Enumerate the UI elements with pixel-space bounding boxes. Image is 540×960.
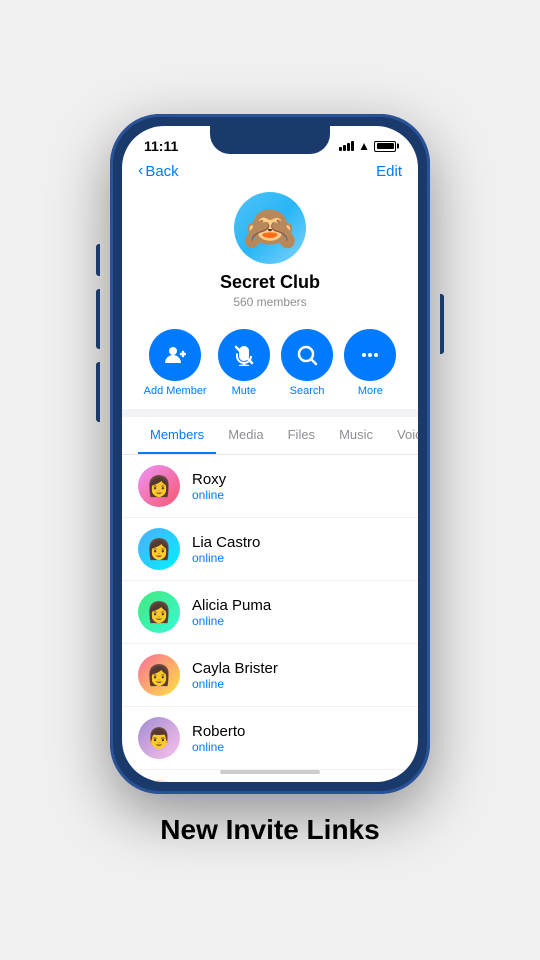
add-member-icon <box>164 344 186 366</box>
group-name: Secret Club <box>220 272 320 293</box>
avatar: 👩 <box>138 465 180 507</box>
tab-voice[interactable]: Voice <box>385 417 418 454</box>
back-label: Back <box>145 163 178 180</box>
avatar: 👩 <box>138 528 180 570</box>
action-buttons-row: Add Member Mute <box>122 321 418 409</box>
edit-button[interactable]: Edit <box>376 163 402 180</box>
list-item[interactable]: 👩 Roxy online <box>122 455 418 518</box>
member-info: Lia Castro online <box>192 534 260 565</box>
member-info: Alicia Puma online <box>192 597 271 628</box>
wifi-icon: ▲ <box>358 139 370 153</box>
group-members-count: 560 members <box>233 295 306 309</box>
member-status: online <box>192 488 226 502</box>
avatar: 👨 <box>138 717 180 759</box>
members-list: 👩 Roxy online 👩 Lia Castro online 👩 <box>122 455 418 782</box>
member-status: online <box>192 614 271 628</box>
search-icon <box>296 344 318 366</box>
member-status: online <box>192 551 260 565</box>
member-name: Lia Castro <box>192 534 260 551</box>
home-indicator <box>220 770 320 774</box>
search-button[interactable]: Search <box>281 329 333 397</box>
member-status: online <box>192 740 245 754</box>
phone-screen: 11:11 ▲ ‹ Ba <box>122 126 418 782</box>
mute-icon <box>233 344 255 366</box>
power-button <box>440 294 444 354</box>
member-name: Roxy <box>192 471 226 488</box>
section-divider <box>122 409 418 417</box>
signal-icon <box>339 141 354 151</box>
member-info: Roxy online <box>192 471 226 502</box>
group-avatar-emoji: 🙈 <box>243 202 298 254</box>
add-member-icon-circle <box>149 329 201 381</box>
more-icon-circle <box>344 329 396 381</box>
avatar: 👩 <box>138 780 180 782</box>
list-item[interactable]: 👩 Cayla Brister online <box>122 644 418 707</box>
avatar: 👩 <box>138 654 180 696</box>
member-info: Roberto online <box>192 723 245 754</box>
status-time: 11:11 <box>144 138 178 154</box>
more-button[interactable]: More <box>344 329 396 397</box>
search-icon-circle <box>281 329 333 381</box>
mute-button[interactable]: Mute <box>218 329 270 397</box>
nav-bar: ‹ Back Edit <box>122 158 418 188</box>
tab-members[interactable]: Members <box>138 417 216 454</box>
battery-icon <box>374 141 396 152</box>
volume-down-button <box>96 362 100 422</box>
list-item[interactable]: 👩 Lia Castro online <box>122 518 418 581</box>
mute-label: Mute <box>232 385 256 397</box>
group-avatar: 🙈 <box>234 192 306 264</box>
member-name: Cayla Brister <box>192 660 278 677</box>
bottom-heading: New Invite Links <box>160 814 379 846</box>
chevron-left-icon: ‹ <box>138 162 143 180</box>
more-label: More <box>358 385 383 397</box>
phone-frame: 11:11 ▲ ‹ Ba <box>110 114 430 794</box>
tab-media[interactable]: Media <box>216 417 275 454</box>
add-member-label: Add Member <box>144 385 207 397</box>
avatar: 👩 <box>138 591 180 633</box>
page-wrapper: 11:11 ▲ ‹ Ba <box>0 0 540 960</box>
member-info: Cayla Brister online <box>192 660 278 691</box>
add-member-button[interactable]: Add Member <box>144 329 207 397</box>
more-icon <box>359 344 381 366</box>
group-header: 🙈 Secret Club 560 members <box>122 188 418 321</box>
mute-icon-circle <box>218 329 270 381</box>
member-name: Roberto <box>192 723 245 740</box>
tab-files[interactable]: Files <box>276 417 327 454</box>
tabs-container: Members Media Files Music Voice Lin... <box>122 417 418 455</box>
list-item[interactable]: 👨 Roberto online <box>122 707 418 770</box>
volume-up-button <box>96 289 100 349</box>
member-name: Alicia Puma <box>192 597 271 614</box>
tab-music[interactable]: Music <box>327 417 385 454</box>
back-button[interactable]: ‹ Back <box>138 162 179 180</box>
search-label: Search <box>290 385 325 397</box>
list-item[interactable]: 👩 Alicia Puma online <box>122 581 418 644</box>
status-icons: ▲ <box>339 139 396 153</box>
notch <box>210 126 330 154</box>
member-status: online <box>192 677 278 691</box>
silent-button <box>96 244 100 276</box>
